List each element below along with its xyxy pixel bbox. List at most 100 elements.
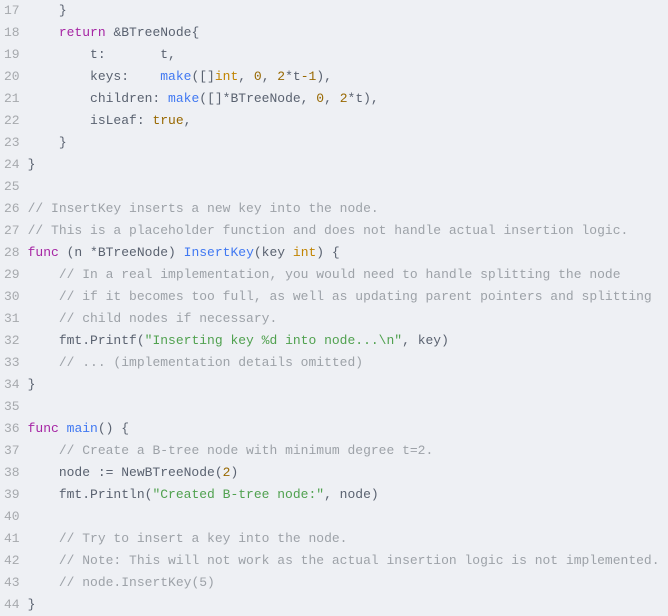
code-token: children: — [28, 91, 168, 106]
code-line[interactable] — [28, 506, 668, 528]
code-line[interactable]: } — [28, 0, 668, 22]
code-line[interactable]: // In a real implementation, you would n… — [28, 264, 668, 286]
code-token: // if it becomes too full, as well as up… — [59, 289, 652, 304]
line-number: 43 — [4, 572, 20, 594]
line-number: 25 — [4, 176, 20, 198]
line-number: 44 — [4, 594, 20, 616]
code-line[interactable]: } — [28, 594, 668, 616]
code-token: "Inserting key %d into node...\n" — [145, 333, 402, 348]
code-line[interactable]: func main() { — [28, 418, 668, 440]
code-line[interactable]: // child nodes if necessary. — [28, 308, 668, 330]
code-token: int — [293, 245, 316, 260]
line-number: 27 — [4, 220, 20, 242]
code-line[interactable]: // Create a B-tree node with minimum deg… — [28, 440, 668, 462]
code-line[interactable]: } — [28, 374, 668, 396]
line-number: 30 — [4, 286, 20, 308]
code-token: , key) — [402, 333, 449, 348]
line-number: 32 — [4, 330, 20, 352]
code-token: , — [184, 113, 192, 128]
code-token: } — [28, 157, 36, 172]
line-number: 35 — [4, 396, 20, 418]
code-line[interactable]: } — [28, 132, 668, 154]
code-token: , — [324, 91, 340, 106]
code-line[interactable]: // Note: This will not work as the actua… — [28, 550, 668, 572]
code-line[interactable]: // This is a placeholder function and do… — [28, 220, 668, 242]
line-number: 18 — [4, 22, 20, 44]
code-token: // child nodes if necessary. — [59, 311, 277, 326]
line-number: 42 — [4, 550, 20, 572]
code-token: (key — [254, 245, 293, 260]
code-token: 0 — [316, 91, 324, 106]
line-number: 24 — [4, 154, 20, 176]
code-line[interactable]: isLeaf: true, — [28, 110, 668, 132]
code-token: -1 — [301, 69, 317, 84]
line-number-gutter: 1718192021222324252627282930313233343536… — [0, 0, 28, 616]
code-token: // In a real implementation, you would n… — [59, 267, 621, 282]
code-token: } — [28, 135, 67, 150]
code-line[interactable]: // if it becomes too full, as well as up… — [28, 286, 668, 308]
code-token: make — [168, 91, 199, 106]
code-line[interactable]: keys: make([]int, 0, 2*t-1), — [28, 66, 668, 88]
code-line[interactable]: fmt.Printf("Inserting key %d into node..… — [28, 330, 668, 352]
code-token — [28, 311, 59, 326]
code-token: main — [67, 421, 98, 436]
line-number: 34 — [4, 374, 20, 396]
code-line[interactable]: return &BTreeNode{ — [28, 22, 668, 44]
code-line[interactable]: node := NewBTreeNode(2) — [28, 462, 668, 484]
code-token: // ... (implementation details omitted) — [59, 355, 363, 370]
code-token — [28, 25, 59, 40]
code-token — [28, 267, 59, 282]
code-token: , — [262, 69, 278, 84]
code-line[interactable] — [28, 176, 668, 198]
line-number: 23 — [4, 132, 20, 154]
code-line[interactable]: t: t, — [28, 44, 668, 66]
code-token: 2 — [277, 69, 285, 84]
code-token: 0 — [254, 69, 262, 84]
code-token: } — [28, 3, 67, 18]
code-token: ([]*BTreeNode, — [199, 91, 316, 106]
code-lines[interactable]: } return &BTreeNode{ t: t, keys: make([]… — [28, 0, 668, 616]
code-token: // This is a placeholder function and do… — [28, 223, 629, 238]
code-token: &BTreeNode{ — [106, 25, 200, 40]
code-line[interactable]: children: make([]*BTreeNode, 0, 2*t), — [28, 88, 668, 110]
line-number: 40 — [4, 506, 20, 528]
code-token: make — [160, 69, 191, 84]
code-token: ), — [316, 69, 332, 84]
line-number: 37 — [4, 440, 20, 462]
code-token: (n *BTreeNode) — [59, 245, 184, 260]
code-token: func — [28, 245, 59, 260]
code-line[interactable]: } — [28, 154, 668, 176]
code-token: return — [59, 25, 106, 40]
code-token: isLeaf: — [28, 113, 153, 128]
code-line[interactable]: func (n *BTreeNode) InsertKey(key int) { — [28, 242, 668, 264]
code-line[interactable]: // InsertKey inserts a new key into the … — [28, 198, 668, 220]
line-number: 19 — [4, 44, 20, 66]
code-line[interactable]: // Try to insert a key into the node. — [28, 528, 668, 550]
line-number: 31 — [4, 308, 20, 330]
code-token: } — [28, 597, 36, 612]
code-token: func — [28, 421, 59, 436]
code-token: "Created B-tree node:" — [152, 487, 324, 502]
code-token: ) — [230, 465, 238, 480]
line-number: 28 — [4, 242, 20, 264]
code-token — [28, 531, 59, 546]
line-number: 36 — [4, 418, 20, 440]
code-token: *t), — [348, 91, 379, 106]
code-token: () { — [98, 421, 129, 436]
code-line[interactable]: // node.InsertKey(5) — [28, 572, 668, 594]
code-token: , node) — [324, 487, 379, 502]
code-token: t: t, — [28, 47, 176, 62]
code-block: 1718192021222324252627282930313233343536… — [0, 0, 668, 616]
code-token: fmt.Println( — [28, 487, 153, 502]
code-line[interactable]: fmt.Println("Created B-tree node:", node… — [28, 484, 668, 506]
code-line[interactable]: // ... (implementation details omitted) — [28, 352, 668, 374]
code-token: fmt.Printf( — [28, 333, 145, 348]
code-token: } — [28, 377, 36, 392]
code-token: InsertKey — [184, 245, 254, 260]
code-line[interactable] — [28, 396, 668, 418]
code-token: node := NewBTreeNode( — [28, 465, 223, 480]
code-token: , — [238, 69, 254, 84]
line-number: 17 — [4, 0, 20, 22]
code-token — [59, 421, 67, 436]
code-token: ) { — [316, 245, 339, 260]
